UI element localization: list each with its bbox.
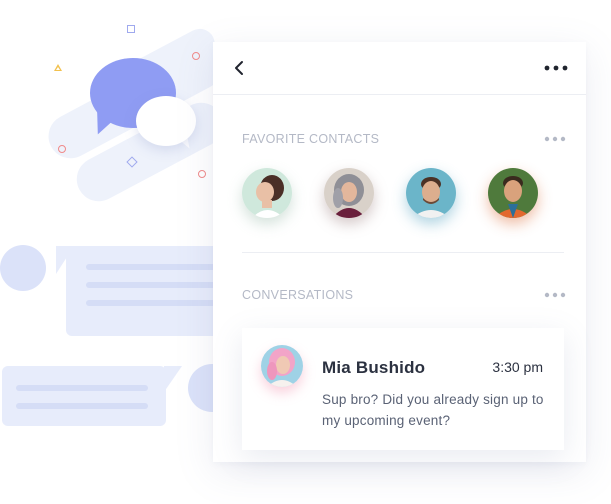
decor-triangle	[54, 64, 62, 71]
section-divider	[242, 252, 564, 253]
more-horizontal-icon[interactable]	[544, 292, 566, 298]
conversations-title: CONVERSATIONS	[242, 288, 354, 302]
decor-chat-card	[2, 366, 166, 426]
contact-avatar[interactable]	[488, 168, 538, 218]
decor-circle	[58, 145, 66, 153]
chat-bubble-icon	[136, 96, 196, 146]
more-horizontal-icon[interactable]	[544, 64, 568, 72]
contact-avatar[interactable]	[242, 168, 292, 218]
conversation-time: 3:30 pm	[492, 359, 543, 375]
conversation-preview: Sup bro? Did you already sign up to my u…	[322, 392, 544, 428]
conversation-avatar	[261, 345, 303, 387]
conversation-name: Mia Bushido	[322, 358, 426, 377]
conversation-item[interactable]: Mia Bushido 3:30 pm Sup bro? Did you alr…	[242, 328, 564, 450]
contact-avatar[interactable]	[324, 168, 374, 218]
chevron-left-icon[interactable]	[232, 59, 246, 77]
contact-avatar[interactable]	[406, 168, 456, 218]
decor-chat-line	[86, 300, 216, 306]
decor-square	[127, 25, 135, 33]
decor-avatar-dot	[0, 245, 46, 291]
decor-chat-line	[16, 385, 148, 391]
favorite-contacts-list	[242, 168, 552, 222]
decor-circle	[198, 170, 206, 178]
decor-chat-line	[16, 403, 148, 409]
top-bar	[213, 42, 586, 95]
more-horizontal-icon[interactable]	[544, 136, 566, 142]
decor-chat-tail	[164, 366, 182, 392]
decor-chat-line	[86, 264, 216, 270]
favorite-contacts-title: FAVORITE CONTACTS	[242, 132, 380, 146]
decor-circle	[192, 52, 200, 60]
decor-chat-line	[86, 282, 216, 288]
decor-chat-card	[66, 246, 226, 336]
messages-panel: FAVORITE CONTACTS CONVERSATIONS Mia Bush…	[213, 42, 586, 462]
